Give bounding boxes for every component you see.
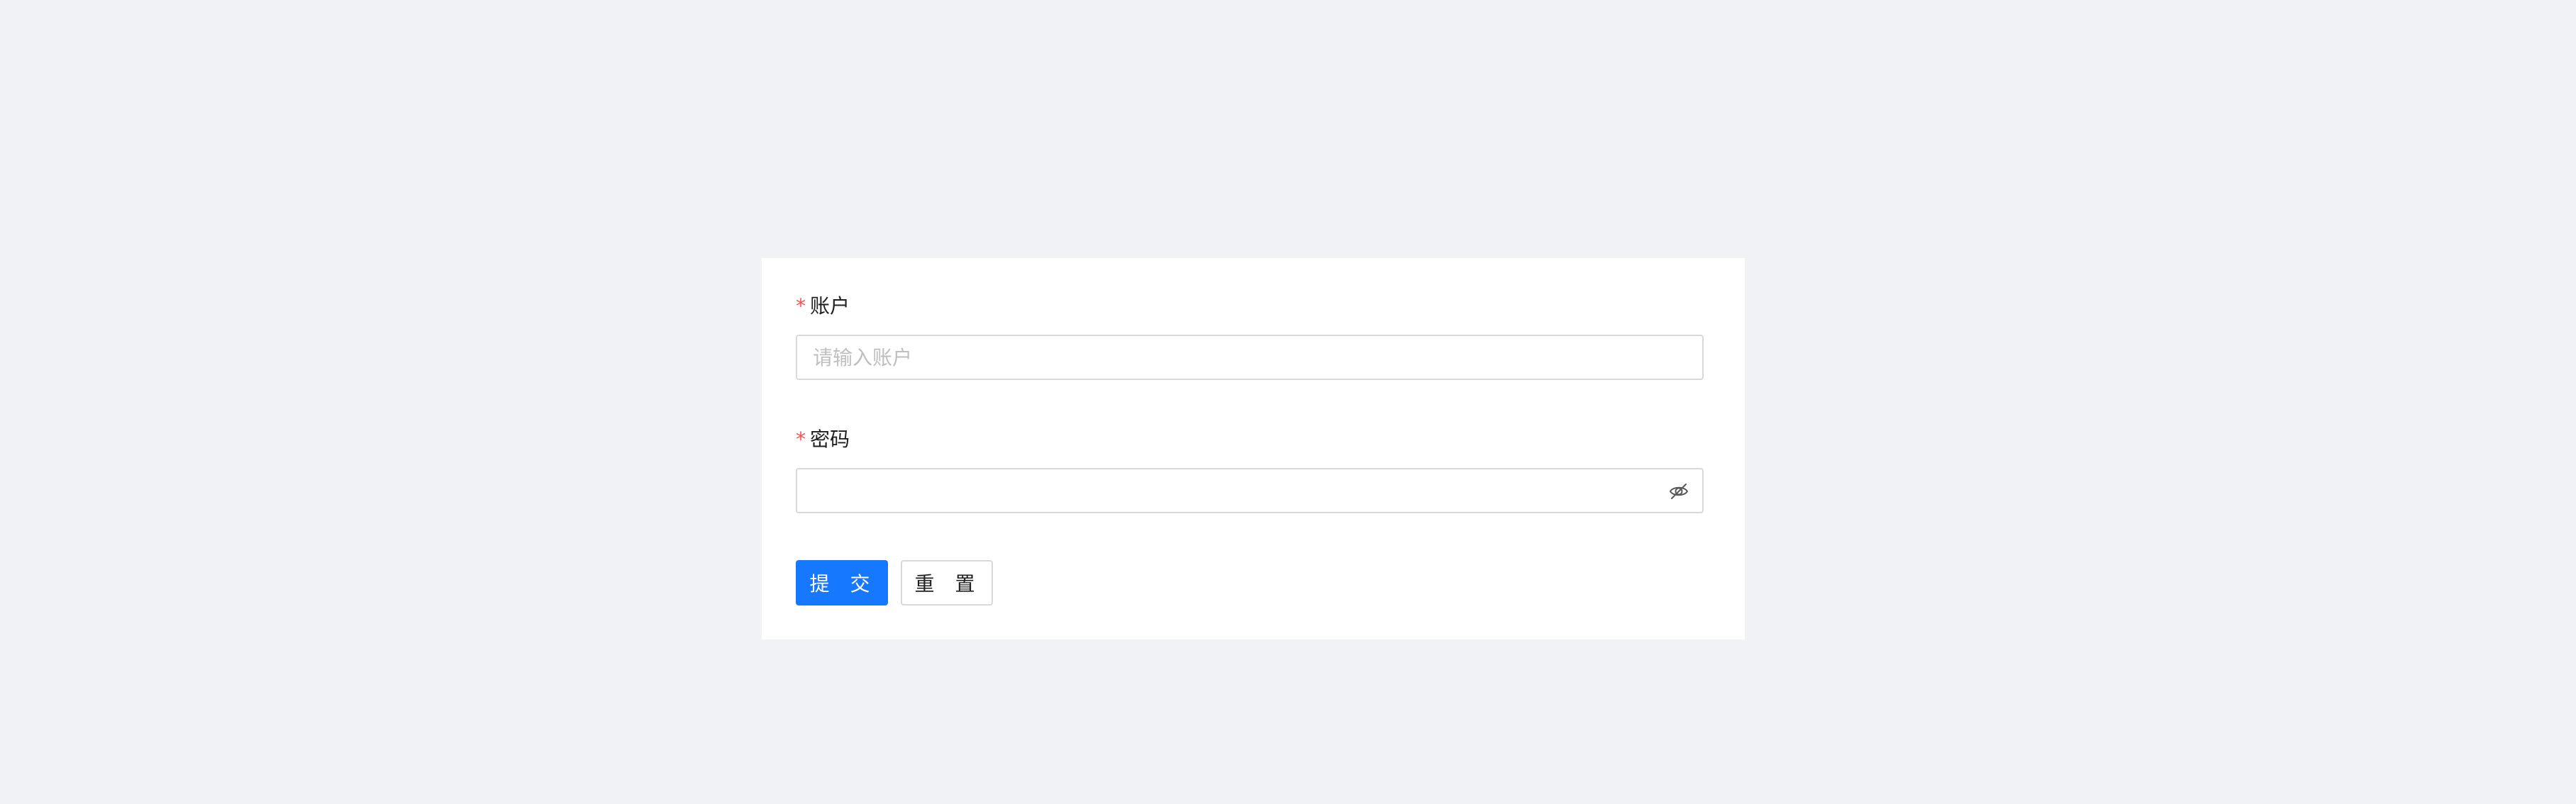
account-input-wrapper — [796, 335, 1704, 380]
password-input[interactable] — [797, 469, 1702, 512]
password-form-item: * 密码 — [796, 425, 1704, 513]
password-input-wrapper — [796, 468, 1704, 513]
required-mark: * — [796, 294, 806, 318]
account-form-item: * 账户 — [796, 292, 1704, 380]
account-input[interactable] — [797, 336, 1702, 379]
submit-button[interactable]: 提 交 — [796, 560, 888, 605]
account-label: 账户 — [810, 294, 850, 318]
password-label: 密码 — [810, 428, 850, 451]
reset-button[interactable]: 重 置 — [901, 560, 993, 605]
required-mark: * — [796, 428, 806, 451]
form-actions: 提 交 重 置 — [796, 560, 993, 605]
password-label-row: * 密码 — [796, 425, 1704, 454]
account-label-row: * 账户 — [796, 292, 1704, 320]
login-form-card: * 账户 * 密码 提 交 重 置 — [762, 258, 1745, 640]
eye-invisible-icon[interactable] — [1667, 479, 1691, 503]
